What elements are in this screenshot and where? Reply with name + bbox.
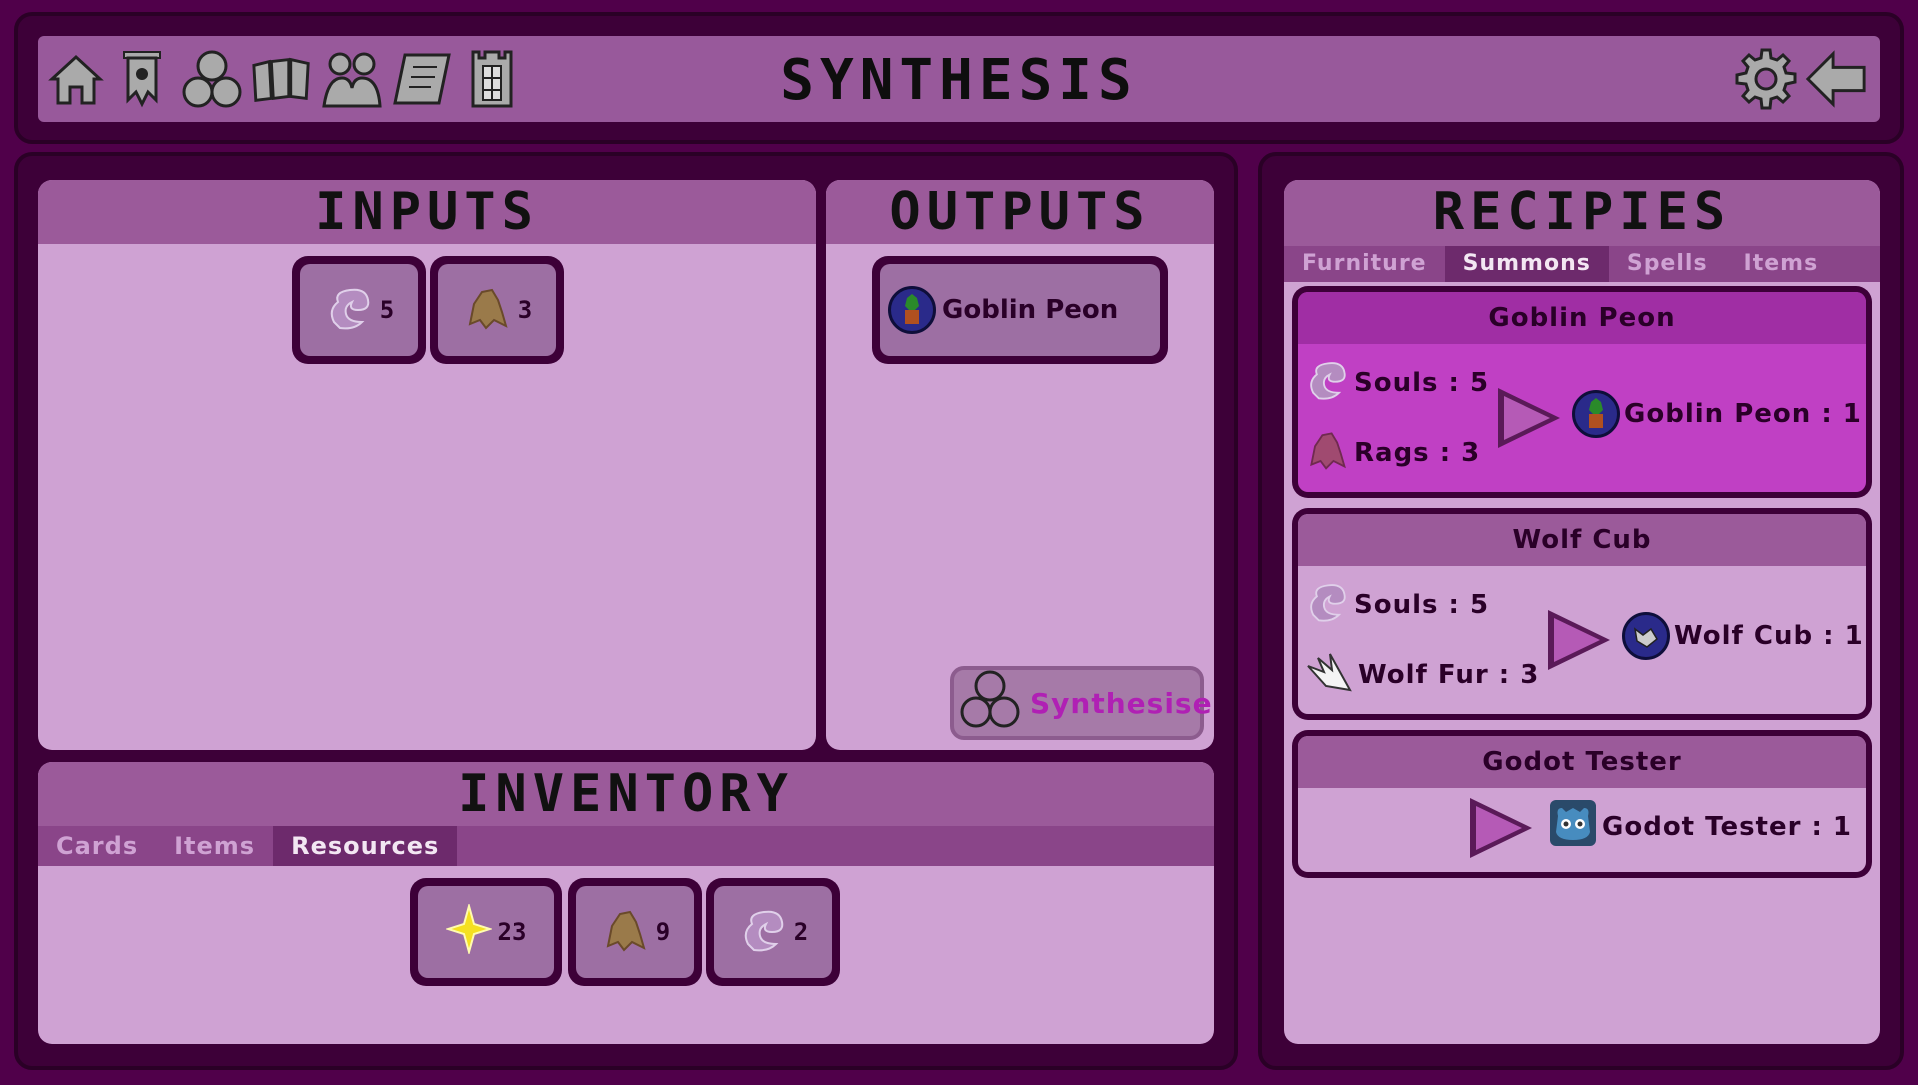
synthesise-label: Synthesise [1030, 686, 1213, 720]
top-bar-inner: SYNTHESIS [38, 36, 1880, 122]
goblin-peon-icon [888, 286, 936, 334]
soul-icon [324, 282, 374, 338]
recipe-ingredient: Rags : 3 [1304, 424, 1480, 481]
recipe-result: Godot Tester : 1 [1548, 798, 1852, 855]
recipe-title: Wolf Cub [1298, 514, 1866, 566]
recipe-card-wolf-cub[interactable]: Wolf Cub Souls : 5 Wolf Fur : 3 Wolf Cub… [1292, 508, 1872, 720]
soul-icon [1304, 354, 1350, 411]
tab-items[interactable]: Items [1726, 246, 1837, 282]
rags-icon [462, 282, 512, 338]
ingredient-text: Souls : 5 [1354, 367, 1490, 398]
slot-count: 2 [793, 918, 809, 946]
slot-count: 23 [497, 918, 527, 946]
recipe-body: Goblin Peon Souls : 5 Rags : 3 Goblin Pe… [1298, 292, 1866, 492]
soul-icon [738, 904, 788, 960]
tab-spells[interactable]: Spells [1609, 246, 1726, 282]
recipe-card-godot-tester[interactable]: Godot Tester Godot Tester : 1 [1292, 730, 1872, 878]
recipe-ingredient: Souls : 5 [1304, 354, 1489, 411]
synthesis-icon [958, 668, 1022, 739]
recipe-result: Wolf Cub : 1 [1622, 612, 1864, 660]
recipe-title: Godot Tester [1298, 736, 1866, 788]
recipe-body: Wolf Cub Souls : 5 Wolf Fur : 3 Wolf Cub… [1298, 514, 1866, 714]
wolf-fur-icon [1304, 646, 1354, 703]
recipes-panel: RECIPIES Furniture Summons Spells Items … [1284, 180, 1880, 1044]
ingredient-text: Wolf Fur : 3 [1358, 659, 1540, 690]
soul-icon [1304, 576, 1350, 633]
ingredient-text: Souls : 5 [1354, 589, 1490, 620]
slot-count: 9 [655, 918, 671, 946]
inventory-tabs: Cards Items Resources [38, 826, 1214, 866]
tab-furniture[interactable]: Furniture [1284, 246, 1445, 282]
wolf-cub-icon [1622, 612, 1670, 660]
output-label: Goblin Peon [942, 295, 1119, 325]
godot-icon [1548, 798, 1598, 855]
back-arrow-icon[interactable] [1804, 46, 1868, 112]
outputs-title: OUTPUTS [826, 180, 1214, 244]
inventory-slot-souls[interactable]: 2 [706, 878, 840, 986]
recipe-body: Godot Tester Godot Tester : 1 [1298, 736, 1866, 872]
ingredient-text: Rags : 3 [1354, 437, 1481, 468]
result-text: Godot Tester : 1 [1602, 811, 1853, 842]
recipes-tabs: Furniture Summons Spells Items [1284, 246, 1880, 282]
goblin-peon-icon [1572, 390, 1620, 438]
tab-resources[interactable]: Resources [273, 826, 458, 866]
input-slot-rags[interactable]: 3 [430, 256, 564, 364]
sparkle-icon [444, 902, 493, 960]
page-title: SYNTHESIS [780, 48, 1138, 113]
recipe-ingredient: Wolf Fur : 3 [1304, 646, 1539, 703]
rags-icon [600, 904, 650, 960]
gear-icon[interactable] [1734, 46, 1798, 112]
tab-summons[interactable]: Summons [1444, 246, 1609, 282]
synthesise-button[interactable]: Synthesise [950, 666, 1212, 740]
inventory-slot-sparkle[interactable]: 23 [410, 878, 562, 986]
inventory-panel: INVENTORY Cards Items Resources 23 9 2 [38, 762, 1214, 1044]
tab-items[interactable]: Items [156, 826, 273, 866]
recipe-ingredient: Souls : 5 [1304, 576, 1489, 633]
recipe-result: Goblin Peon : 1 [1572, 390, 1862, 438]
recipe-card-goblin-peon[interactable]: Goblin Peon Souls : 5 Rags : 3 Goblin Pe… [1292, 286, 1872, 498]
tab-cards[interactable]: Cards [38, 826, 156, 866]
inventory-title: INVENTORY [38, 762, 1214, 826]
result-text: Wolf Cub : 1 [1674, 621, 1864, 651]
play-arrow-icon [1498, 388, 1560, 448]
play-arrow-icon [1548, 610, 1610, 670]
slot-count: 5 [379, 296, 395, 324]
rags-icon [1304, 424, 1350, 481]
input-slot-souls[interactable]: 5 [292, 256, 426, 364]
play-arrow-icon [1470, 798, 1532, 858]
inputs-title: INPUTS [38, 180, 816, 244]
result-text: Goblin Peon : 1 [1624, 399, 1862, 429]
inputs-panel[interactable]: INPUTS 5 3 [38, 180, 816, 750]
output-slot-goblin-peon[interactable]: Goblin Peon [872, 256, 1168, 364]
recipe-title: Goblin Peon [1298, 292, 1866, 344]
outputs-panel[interactable]: OUTPUTS Goblin Peon [826, 180, 1214, 750]
slot-count: 3 [517, 296, 533, 324]
recipes-title: RECIPIES [1284, 180, 1880, 246]
inventory-slot-rags[interactable]: 9 [568, 878, 702, 986]
